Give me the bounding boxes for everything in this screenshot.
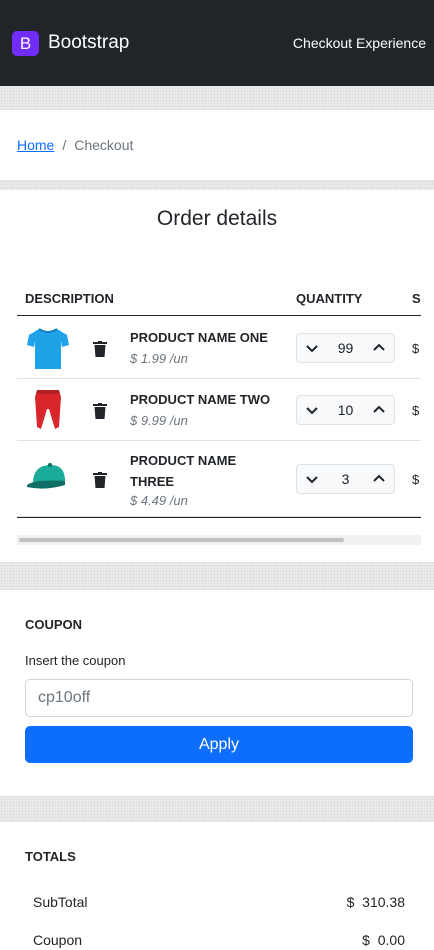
chevron-up-icon[interactable]	[372, 403, 386, 417]
apply-button[interactable]: Apply	[25, 726, 413, 763]
tshirt-image	[27, 328, 69, 369]
breadcrumb: Home / Checkout	[17, 137, 133, 153]
table-bottom-border	[17, 517, 421, 518]
bootstrap-logo-icon[interactable]: B	[12, 31, 39, 56]
coupon-input[interactable]	[25, 679, 413, 717]
product-name: PRODUCT NAME ONE	[130, 330, 268, 345]
chevron-down-icon[interactable]	[305, 472, 319, 486]
brand-name[interactable]: Bootstrap	[48, 31, 129, 55]
header-subtotal: S	[412, 291, 421, 306]
table-header: DESCRIPTION QUANTITY S	[17, 270, 421, 316]
totals-title: TOTALS	[25, 849, 76, 864]
product-subtotal: $	[412, 472, 420, 487]
quantity-value[interactable]: 3	[342, 471, 350, 487]
product-price: $ 1.99 /un	[130, 351, 188, 366]
product-subtotal: $	[412, 403, 420, 418]
order-details-title: Order details	[156, 207, 278, 230]
breadcrumb-separator: /	[62, 137, 67, 153]
totals-row: Coupon $ 0.00	[33, 932, 405, 948]
totals-row: SubTotal $ 310.38	[33, 894, 405, 910]
trash-icon[interactable]	[93, 403, 107, 419]
coupon-label: Insert the coupon	[25, 653, 126, 668]
product-name-line2: THREE	[130, 474, 175, 489]
trash-icon[interactable]	[93, 341, 107, 357]
checkout-experience-link[interactable]: Checkout Experience	[293, 34, 426, 52]
breadcrumb-card: Home / Checkout	[0, 110, 434, 180]
cap-image	[27, 463, 65, 489]
quantity-stepper: 3	[296, 464, 395, 494]
header-description: DESCRIPTION	[25, 291, 114, 306]
trash-icon[interactable]	[93, 472, 107, 488]
table-row: PRODUCT NAME ONE $ 1.99 /un 99 $	[17, 317, 421, 379]
scrollbar-thumb[interactable]	[19, 538, 344, 542]
navbar: B Bootstrap Checkout Experience	[0, 0, 434, 86]
order-details-card: Order details DESCRIPTION QUANTITY S PRO…	[0, 190, 434, 562]
totals-value: $ 310.38	[346, 894, 405, 910]
product-subtotal: $	[412, 341, 420, 356]
breadcrumb-home-link[interactable]: Home	[17, 137, 54, 153]
chevron-up-icon[interactable]	[372, 472, 386, 486]
coupon-card: COUPON Insert the coupon Apply	[0, 590, 434, 796]
order-table: DESCRIPTION QUANTITY S PRODUCT NAME ONE …	[17, 270, 421, 526]
chevron-down-icon[interactable]	[305, 341, 319, 355]
table-row: PRODUCT NAME THREE $ 4.49 /un 3 $	[17, 441, 421, 517]
quantity-value[interactable]: 10	[338, 402, 354, 418]
product-name: PRODUCT NAME	[130, 453, 237, 468]
totals-label: SubTotal	[33, 894, 88, 910]
chevron-down-icon[interactable]	[305, 403, 319, 417]
product-price: $ 9.99 /un	[130, 413, 188, 428]
horizontal-scrollbar[interactable]	[17, 535, 421, 545]
totals-label: Coupon	[33, 932, 83, 948]
quantity-stepper: 99	[296, 333, 395, 363]
totals-card: TOTALS SubTotal $ 310.38 Coupon $ 0.00	[0, 822, 434, 950]
quantity-stepper: 10	[296, 395, 395, 425]
pants-image	[35, 390, 61, 429]
product-price: $ 4.49 /un	[130, 493, 188, 508]
table-row: PRODUCT NAME TWO $ 9.99 /un 10 $	[17, 379, 421, 441]
totals-value: $ 0.00	[362, 932, 405, 948]
quantity-value[interactable]: 99	[338, 340, 354, 356]
breadcrumb-current: Checkout	[74, 137, 134, 153]
coupon-title: COUPON	[25, 617, 83, 632]
header-quantity: QUANTITY	[296, 291, 363, 306]
product-name: PRODUCT NAME TWO	[130, 392, 271, 407]
chevron-up-icon[interactable]	[372, 341, 386, 355]
